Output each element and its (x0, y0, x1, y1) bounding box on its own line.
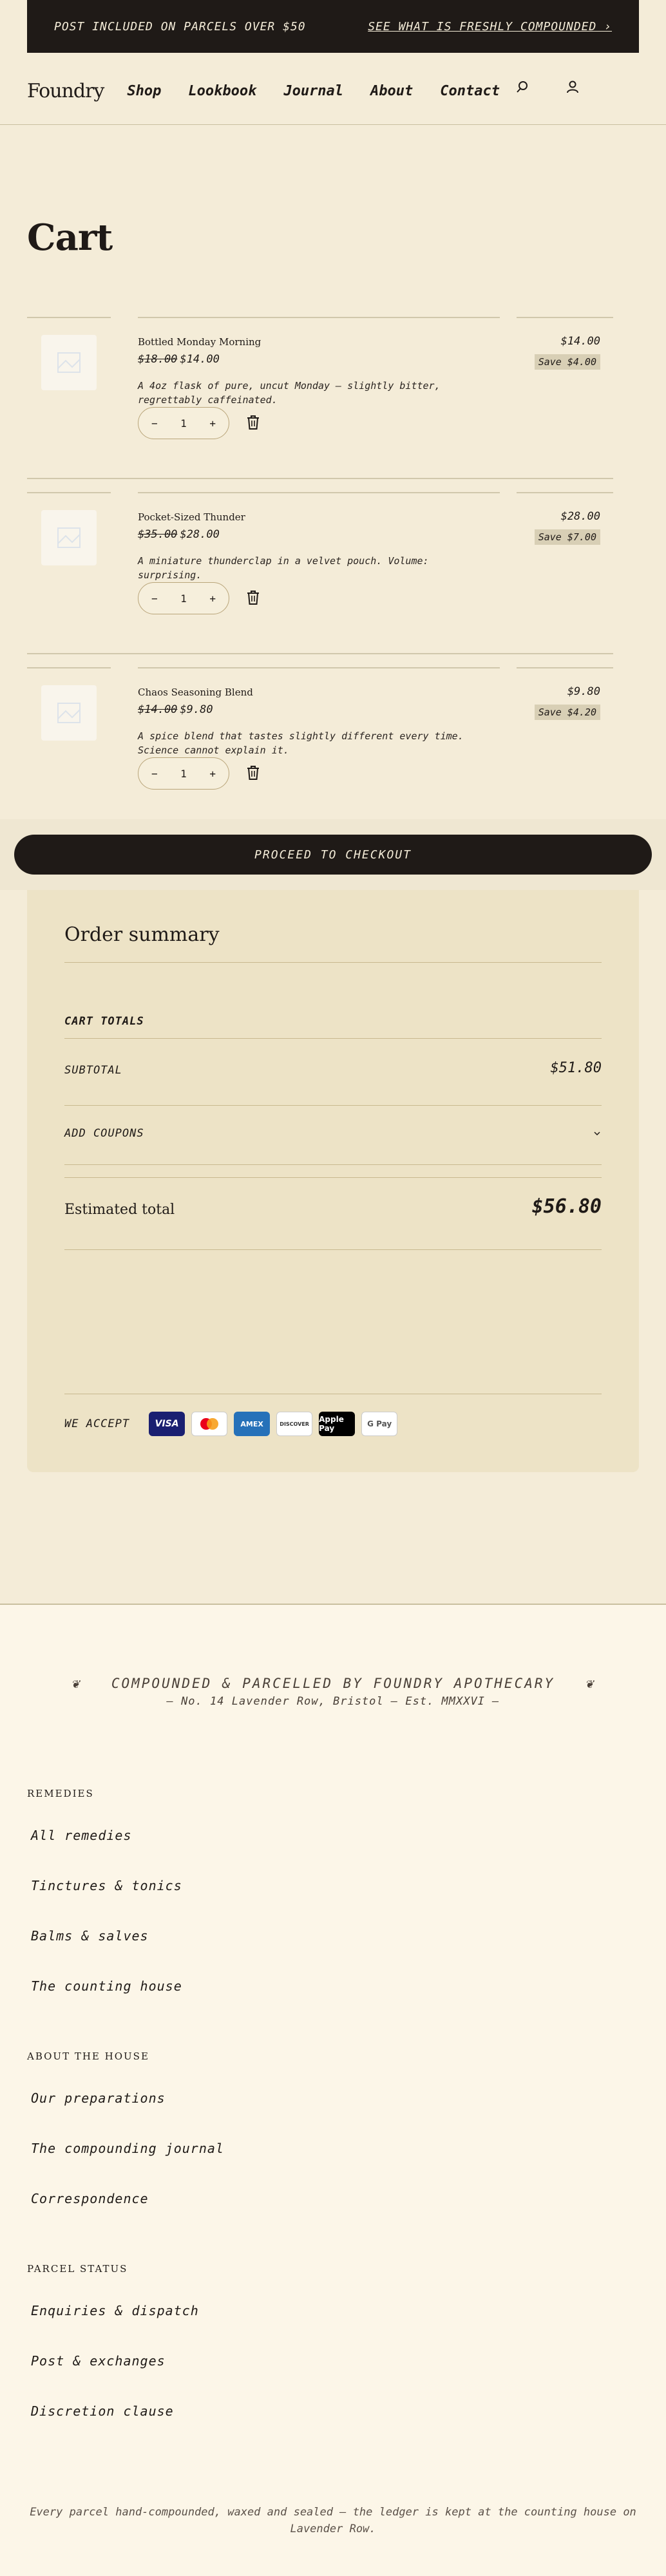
product-name[interactable]: Bottled Monday Morning (138, 336, 261, 348)
quantity-stepper: − 1 + (138, 582, 229, 614)
announcement-bar: POST INCLUDED ON PARCELS OVER $50 SEE WH… (27, 0, 639, 53)
footer-link[interactable]: Discretion clause (31, 2403, 174, 2419)
line-total: $9.80 (567, 685, 600, 698)
apple-pay-icon: Apple Pay (319, 1412, 356, 1436)
product-description: A 4oz flask of pure, uncut Monday — slig… (138, 380, 441, 406)
footer-link[interactable]: Tinctures & tonics (31, 1878, 182, 1893)
discover-icon: DISCOVER (276, 1412, 313, 1436)
trash-icon[interactable] (246, 765, 260, 783)
subtotal-value: $51.80 (550, 1060, 602, 1076)
trash-icon[interactable] (246, 415, 260, 433)
footer-link[interactable]: Balms & salves (31, 1928, 149, 1944)
announcement-text: POST INCLUDED ON PARCELS OVER $50 (54, 19, 306, 33)
decrease-button[interactable]: − (151, 417, 158, 430)
page-title: Cart (27, 216, 113, 259)
savings-badge: Save $7.00 (534, 529, 600, 545)
product-image-placeholder[interactable] (41, 685, 97, 741)
visa-icon: VISA (149, 1412, 186, 1436)
line-total: $28.00 (560, 510, 600, 523)
product-description: A spice blend that tastes slightly diffe… (138, 730, 464, 756)
old-price: $35.00 (138, 528, 178, 541)
increase-button[interactable]: + (209, 417, 216, 430)
footer-link[interactable]: Enquiries & dispatch (31, 2303, 199, 2318)
product-name[interactable]: Chaos Seasoning Blend (138, 687, 253, 698)
decrease-button[interactable]: − (151, 768, 158, 780)
site-header: Foundry Shop Lookbook Journal About Cont… (0, 58, 666, 125)
we-accept-label: WE ACCEPT (64, 1417, 130, 1430)
footer-link[interactable]: Our preparations (31, 2090, 166, 2106)
cart-item: Chaos Seasoning Blend $14.00 $9.80 A spic… (27, 667, 613, 835)
mastercard-icon (191, 1412, 228, 1436)
account-icon[interactable] (566, 80, 580, 97)
logo[interactable]: Foundry (27, 80, 104, 102)
nav-about[interactable]: About (370, 83, 413, 99)
add-coupons-toggle[interactable]: ADD COUPONS (64, 1127, 144, 1140)
product-name[interactable]: Pocket-Sized Thunder (138, 511, 245, 523)
footer-link[interactable]: The counting house (31, 1978, 182, 1994)
quantity-value[interactable]: 1 (180, 592, 187, 605)
old-price: $14.00 (138, 703, 178, 716)
footer-section-title: ABOUT THE HOUSE (27, 2050, 149, 2062)
chevron-down-icon[interactable] (593, 1128, 602, 1141)
footer-link[interactable]: Post & exchanges (31, 2353, 166, 2369)
estimated-total-label: Estimated total (64, 1202, 175, 1218)
quantity-value[interactable]: 1 (180, 417, 187, 430)
product-description: A miniature thunderclap in a velvet pouc… (138, 555, 429, 581)
cart-item: Pocket-Sized Thunder $35.00 $28.00 A mini… (27, 492, 613, 659)
cart-totals-heading: CART TOTALS (64, 1015, 144, 1028)
savings-badge: Save $4.00 (534, 354, 600, 370)
amex-icon: AMEX (234, 1412, 271, 1436)
summary-title: Order summary (64, 923, 220, 946)
increase-button[interactable]: + (209, 592, 216, 605)
sale-price: $14.00 (180, 353, 220, 366)
payment-methods: WE ACCEPT VISA AMEX DISCOVER Apple Pay G… (64, 1412, 398, 1436)
nav-lookbook[interactable]: Lookbook (188, 83, 256, 99)
estimated-total-value: $56.80 (531, 1195, 602, 1218)
line-total: $14.00 (560, 335, 600, 348)
footer-fine-print: Every parcel hand-compounded, waxed and … (30, 2506, 636, 2535)
checkout-button[interactable]: PROCEED TO CHECKOUT (14, 835, 652, 875)
old-price: $18.00 (138, 353, 178, 366)
product-image-placeholder[interactable] (41, 335, 97, 390)
footer-link[interactable]: Correspondence (31, 2191, 149, 2206)
increase-button[interactable]: + (209, 768, 216, 780)
footer-section-title: REMEDIES (27, 1788, 94, 1799)
footer-section-title: PARCEL STATUS (27, 2263, 128, 2275)
order-summary: Order summary CART TOTALS SUBTOTAL $51.8… (27, 890, 639, 1472)
search-icon[interactable] (515, 80, 529, 97)
google-pay-icon: G Pay (361, 1412, 398, 1436)
announcement-link[interactable]: SEE WHAT IS FRESHLY COMPOUNDED › (368, 20, 612, 33)
main-nav: Shop Lookbook Journal About Contact (127, 83, 500, 99)
site-footer: ❦ COMPOUNDED & PARCELLED BY FOUNDRY APOT… (0, 1604, 666, 2576)
savings-badge: Save $4.20 (534, 705, 600, 720)
footer-link[interactable]: The compounding journal (31, 2141, 224, 2156)
sale-price: $28.00 (180, 528, 220, 541)
footer-link[interactable]: All remedies (31, 1828, 132, 1843)
footer-address: — No. 14 Lavender Row, Bristol — Est. MM… (166, 1695, 500, 1708)
subtotal-label: SUBTOTAL (64, 1064, 122, 1077)
footer-crest: ❦ COMPOUNDED & PARCELLED BY FOUNDRY APOT… (71, 1676, 595, 1691)
nav-shop[interactable]: Shop (127, 83, 161, 99)
nav-journal[interactable]: Journal (283, 83, 343, 99)
quantity-stepper: − 1 + (138, 757, 229, 790)
quantity-value[interactable]: 1 (180, 768, 187, 780)
sale-price: $9.80 (180, 703, 213, 716)
trash-icon[interactable] (246, 590, 260, 608)
cart-item: Bottled Monday Morning $18.00 $14.00 A 4o… (27, 317, 613, 484)
quantity-stepper: − 1 + (138, 407, 229, 439)
decrease-button[interactable]: − (151, 592, 158, 605)
product-image-placeholder[interactable] (41, 510, 97, 565)
nav-contact[interactable]: Contact (440, 83, 500, 99)
